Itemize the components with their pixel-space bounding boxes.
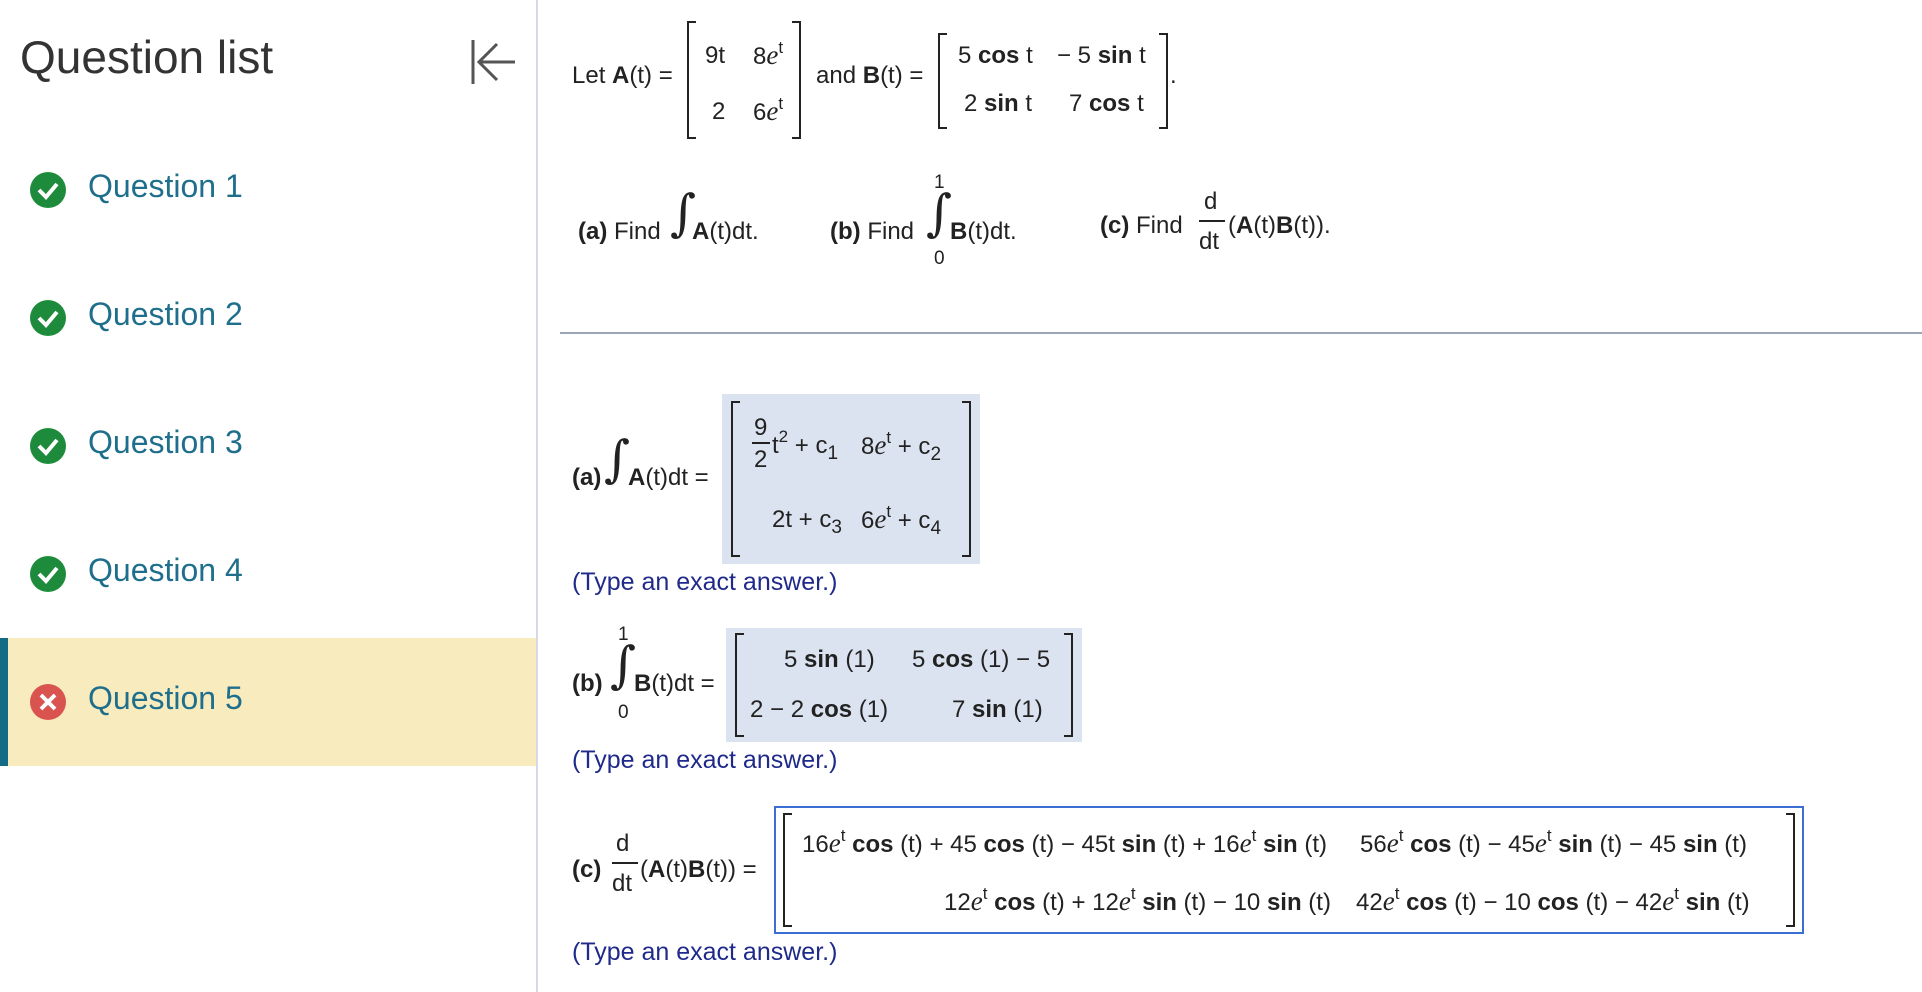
part-c-prompt: (c) Find	[1100, 212, 1183, 239]
part-b-integrand: B(t)dt.	[950, 218, 1017, 245]
question-5-item[interactable]: Question 5	[0, 638, 536, 766]
let-text: Let A(t) =	[572, 62, 673, 89]
answer-c-label: (c)	[572, 856, 602, 883]
matrix-b-r2c1: 2 sin t	[964, 90, 1033, 117]
answer-a-r1c1: t2 + c1	[772, 427, 839, 464]
matrix-a-r2c2: 6et	[753, 94, 784, 126]
period: .	[1170, 62, 1177, 89]
matrix-a-r2c1: 2	[712, 98, 726, 125]
answer-a-r1c2: 8et + c2	[861, 428, 942, 465]
answer-c-r2c2: 42et cos (t) − 10 cos (t) − 42et sin (t)	[1356, 884, 1750, 916]
sidebar-title: Question list	[20, 31, 274, 83]
answer-a-r1c1-den: 2	[754, 446, 768, 473]
question-2-label: Question 2	[88, 296, 243, 332]
check-circle-icon	[30, 300, 66, 336]
section-divider	[560, 332, 1922, 334]
check-circle-icon	[30, 428, 66, 464]
deriv-dt: dt	[1199, 228, 1220, 255]
question-4-item[interactable]: Question 4	[0, 510, 536, 638]
check-circle-icon	[30, 556, 66, 592]
integral-sign: ∫	[926, 184, 953, 242]
answer-a-r2c1: 2t + c3	[772, 506, 842, 538]
answer-b-label: (b)	[572, 670, 603, 697]
question-3-label: Question 3	[88, 424, 243, 460]
answer-a-label: (a)	[572, 464, 602, 491]
answer-c-r1c2: 56et cos (t) − 45et sin (t) − 45 sin (t)	[1360, 826, 1747, 858]
answer-a-matrix[interactable]: 9 2 t2 + c1 8et + c2 2t + c3 6et + c4	[722, 394, 980, 564]
matrix-a-r1c2: 8et	[753, 38, 784, 70]
answer-b-r1c2: 5 cos (1) − 5	[912, 646, 1051, 673]
answer-b-r2c1: 2 − 2 cos (1)	[750, 696, 889, 723]
lower-limit: 0	[618, 702, 629, 723]
question-list-sidebar: Question list Question 1 Question 2 Ques…	[0, 0, 538, 992]
question-content: Let A(t) = 9t 8et 2 6et and B(t) = 5 cos…	[560, 0, 1922, 992]
question-5-label: Question 5	[88, 680, 243, 716]
lower-limit: 0	[934, 248, 945, 269]
answer-a-lhs: A(t)dt =	[628, 464, 709, 491]
question-1-item[interactable]: Question 1	[0, 126, 536, 254]
matrix-a-r1c1: 9t	[705, 42, 726, 69]
integral-sign: ∫	[610, 636, 637, 694]
question-1-label: Question 1	[88, 168, 243, 204]
fraction-line	[752, 442, 770, 444]
answer-a-hint: (Type an exact answer.)	[572, 568, 838, 596]
answer-c-hint: (Type an exact answer.)	[572, 938, 838, 966]
answer-c-lhs: (A(t)B(t)) =	[640, 856, 757, 883]
answer-a-r1c1-num: 9	[754, 414, 768, 441]
matrix-b-r2c2: 7 cos t	[1069, 90, 1144, 117]
matrix-a-brackets	[687, 21, 801, 139]
question-2-item[interactable]: Question 2	[0, 254, 536, 382]
answer-b-r2c2: 7 sin (1)	[952, 696, 1043, 723]
fraction-line	[612, 862, 638, 864]
deriv-d: d	[1204, 188, 1218, 215]
answer-b-r1c1: 5 sin (1)	[784, 646, 875, 673]
answer-c-matrix-input[interactable]: 16et cos (t) + 45 cos (t) − 45t sin (t) …	[774, 806, 1804, 934]
part-c-expression: (A(t)B(t)).	[1228, 212, 1331, 239]
question-4-label: Question 4	[88, 552, 243, 588]
matrix-b-r1c1: 5 cos t	[958, 42, 1033, 69]
deriv-d: d	[616, 830, 630, 857]
answer-c-r2c1: 12et cos (t) + 12et sin (t) − 10 sin (t)	[944, 884, 1331, 916]
fraction-line	[1199, 220, 1225, 222]
answer-b-lhs: B(t)dt =	[634, 670, 715, 697]
matrix-b-r1c2: − 5 sin t	[1057, 42, 1146, 69]
x-circle-icon	[30, 684, 66, 720]
answer-a-r2c2: 6et + c4	[861, 502, 942, 539]
check-circle-icon	[30, 172, 66, 208]
integral-sign: ∫	[604, 430, 631, 488]
answer-b-hint: (Type an exact answer.)	[572, 746, 838, 774]
answer-c-r1c1: 16et cos (t) + 45 cos (t) − 45t sin (t) …	[802, 826, 1328, 858]
part-a-integrand: A(t)dt.	[692, 218, 759, 245]
deriv-dt: dt	[612, 870, 633, 897]
and-text: and B(t) =	[816, 62, 924, 89]
collapse-left-icon[interactable]	[465, 36, 519, 88]
part-b-prompt: (b) Find	[830, 218, 915, 245]
part-a-prompt: (a) Find	[578, 218, 661, 245]
question-3-item[interactable]: Question 3	[0, 382, 536, 510]
answer-b-matrix[interactable]: 5 sin (1) 5 cos (1) − 5 2 − 2 cos (1) 7 …	[726, 628, 1082, 742]
